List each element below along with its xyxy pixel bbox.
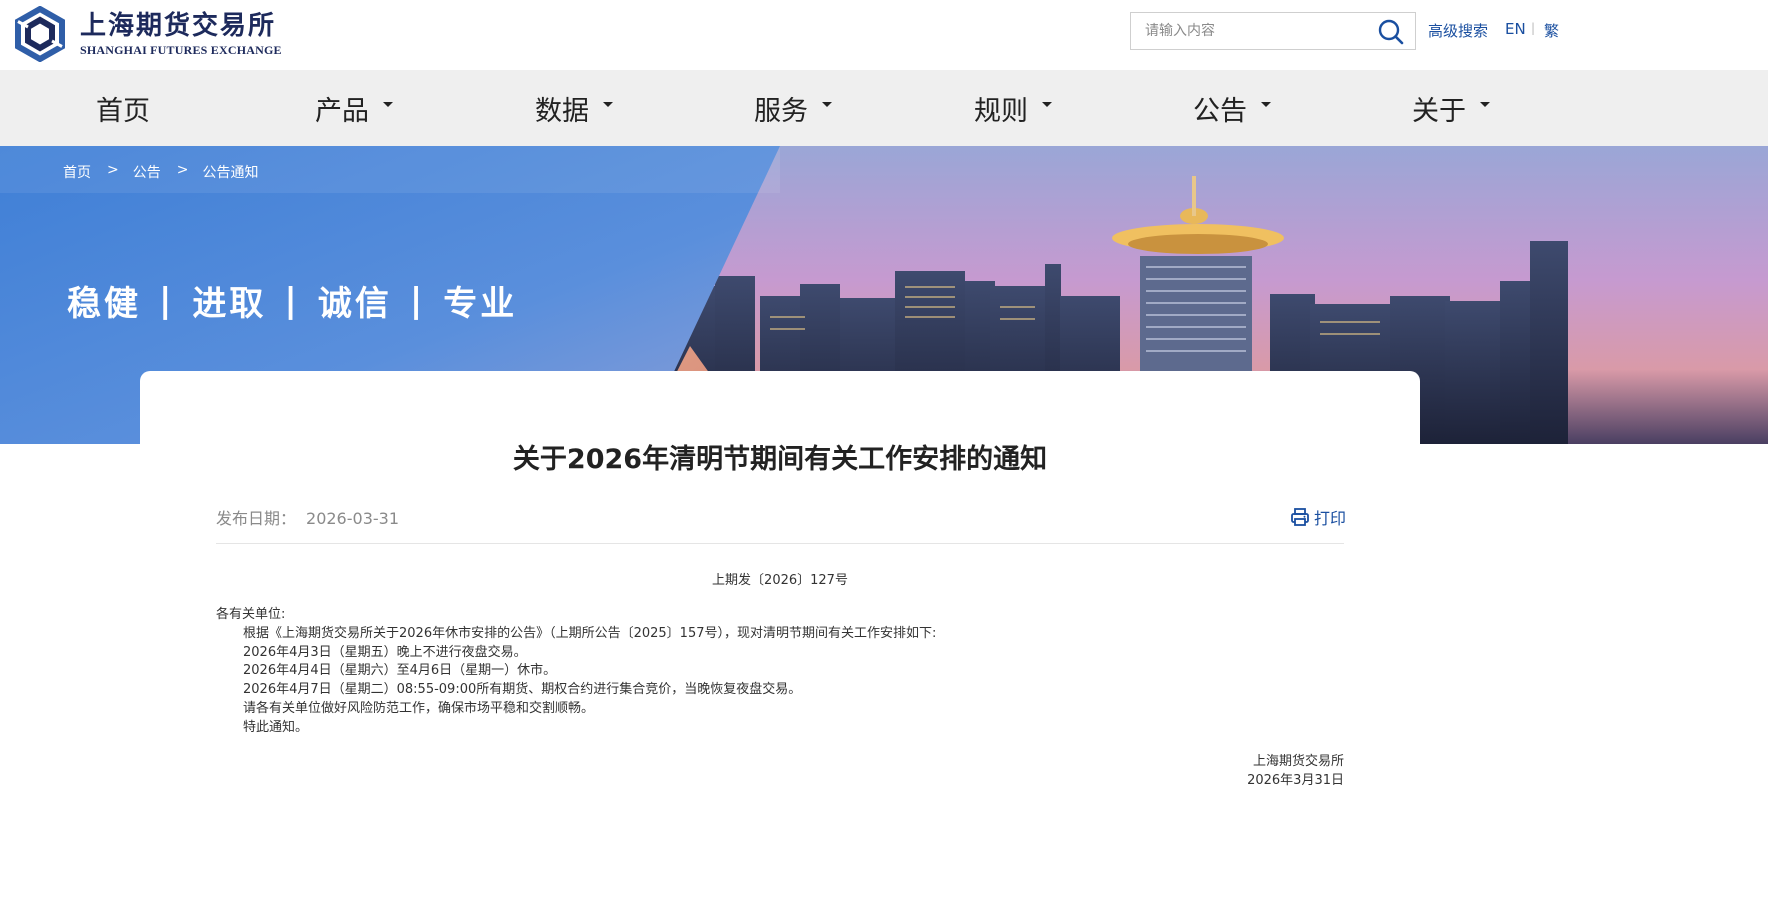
paragraph: 2026年4月7日（星期二）08:55-09:00所有期货、期权合约进行集合竞价… (243, 682, 802, 698)
slogan-separator: | (284, 280, 300, 321)
nav-item-rules[interactable]: 规则 (974, 70, 1052, 146)
signature-organization: 上海期货交易所 (1252, 754, 1344, 769)
nav-item-announcements[interactable]: 公告 (1193, 70, 1271, 146)
caret-down-icon (1042, 101, 1052, 107)
search-input[interactable] (1131, 13, 1371, 49)
breadcrumb-home[interactable]: 首页 (63, 162, 91, 182)
paragraph: 特此通知。 (243, 719, 309, 735)
paragraph: 2026年4月3日（星期五）晚上不进行夜盘交易。 (243, 644, 527, 660)
slogan-separator: | (159, 280, 175, 321)
divider (216, 543, 1344, 544)
search-box (1130, 12, 1416, 50)
caret-down-icon (822, 101, 832, 107)
search-icon[interactable] (1377, 18, 1405, 46)
logo-chinese-name: 上海期货交易所 (80, 11, 277, 41)
nav-item-label: 首页 (96, 95, 150, 127)
advanced-search-link[interactable]: 高级搜索 (1428, 20, 1488, 41)
paragraph: 根据《上海期货交易所关于2026年休市安排的公告》（上期所公告〔2025〕157… (243, 625, 937, 641)
nav-item-label: 服务 (754, 95, 808, 127)
language-english-link[interactable]: EN (1505, 20, 1526, 38)
language-separator: | (1531, 21, 1536, 35)
nav-item-label: 数据 (535, 95, 589, 127)
language-traditional-link[interactable]: 繁 (1544, 20, 1559, 41)
nav-item-label: 产品 (315, 95, 369, 127)
main-nav: 首页 产品 数据 服务 规则 公告 关于 (0, 70, 1768, 146)
slogan-word: 诚信 (317, 284, 392, 324)
printer-icon (1291, 508, 1309, 526)
slogan-word: 进取 (192, 284, 267, 324)
paragraph: 请各有关单位做好风险防范工作，确保市场平稳和交割顺畅。 (243, 700, 595, 716)
caret-down-icon (1480, 101, 1490, 107)
breadcrumb-separator: > (176, 162, 189, 178)
publish-date-label: 发布日期： (216, 509, 297, 528)
caret-down-icon (603, 101, 613, 107)
nav-item-label: 关于 (1412, 95, 1466, 127)
breadcrumb-announcements[interactable]: 公告 (133, 162, 161, 182)
print-label: 打印 (1314, 509, 1347, 528)
breadcrumb-notices[interactable]: 公告通知 (202, 162, 258, 182)
publish-date-value: 2026-03-31 (306, 509, 399, 528)
nav-item-products[interactable]: 产品 (315, 70, 393, 146)
nav-item-data[interactable]: 数据 (535, 70, 613, 146)
nav-item-services[interactable]: 服务 (754, 70, 832, 146)
caret-down-icon (1261, 101, 1271, 107)
caret-down-icon (383, 101, 393, 107)
signature-date: 2026年3月31日 (1247, 772, 1344, 788)
print-button[interactable]: 打印 (1290, 505, 1346, 529)
slogan-separator: | (409, 280, 426, 321)
breadcrumb-separator: > (107, 162, 119, 178)
nav-item-about[interactable]: 关于 (1412, 70, 1490, 146)
document-number: 上期发〔2026〕127号 (712, 573, 848, 588)
slogan-word: 专业 (443, 284, 518, 324)
banner-slogan: 稳健 | 进取 | 诚信 | 专业 (67, 276, 517, 325)
nav-item-home[interactable]: 首页 (96, 70, 150, 146)
site-header: 上海期货交易所 SHANGHAI FUTURES EXCHANGE 高级搜索 E… (0, 0, 1768, 70)
signature: 上海期货交易所 2026年3月31日 (1247, 753, 1344, 791)
breadcrumb: 首页 > 公告 > 公告通知 (63, 162, 258, 182)
logo-emblem-icon (15, 6, 65, 62)
site-logo[interactable]: 上海期货交易所 SHANGHAI FUTURES EXCHANGE (12, 6, 282, 62)
nav-item-label: 公告 (1193, 95, 1247, 127)
publish-date: 发布日期： 2026-03-31 (216, 505, 399, 529)
salutation: 各有关单位: (216, 607, 286, 622)
slogan-word: 稳健 (67, 284, 141, 324)
article-card: 关于2026年清明节期间有关工作安排的通知 发布日期： 2026-03-31 打印… (140, 371, 1420, 897)
logo-english-name: SHANGHAI FUTURES EXCHANGE (80, 43, 282, 57)
paragraph: 2026年4月4日（星期六）至4月6日（星期一）休市。 (243, 663, 557, 679)
nav-item-label: 规则 (974, 95, 1028, 127)
article-title: 关于2026年清明节期间有关工作安排的通知 (512, 444, 1048, 475)
article-body: 各有关单位: 根据《上海期货交易所关于2026年休市安排的公告》（上期所公告〔2… (216, 606, 1344, 738)
